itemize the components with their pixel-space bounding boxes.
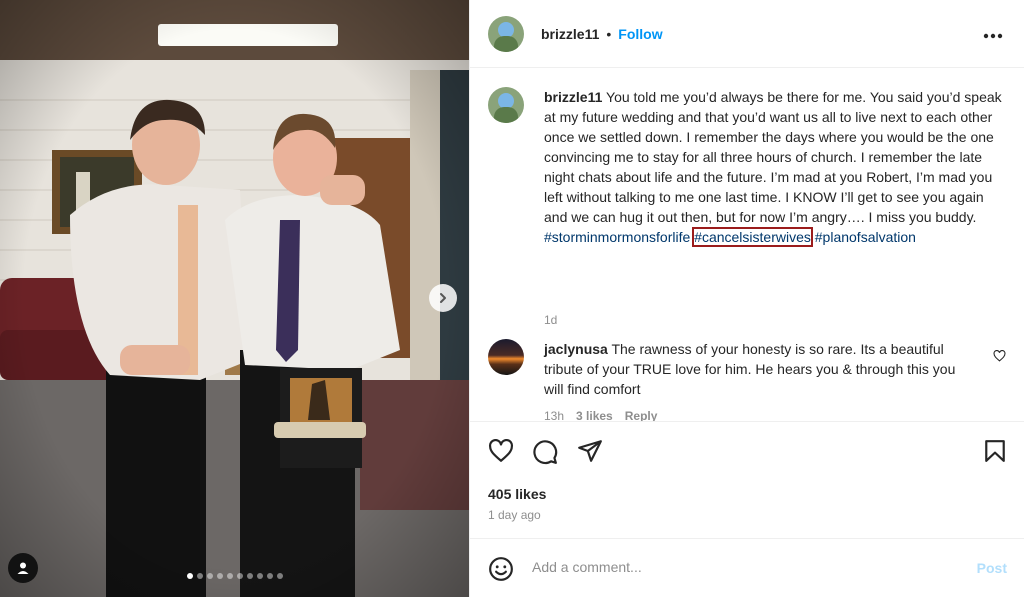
more-horizontal-icon [983,33,1003,39]
emoji-icon [489,557,513,581]
heart-icon [489,438,513,462]
commenter-username[interactable]: jaclynusa [544,341,608,357]
like-button[interactable] [488,438,514,468]
header-separator: • [606,25,612,42]
bookmark-icon [985,440,1005,462]
author-username[interactable]: brizzle11 [541,26,599,42]
carousel-dot [186,573,193,579]
caption-username[interactable]: brizzle11 [544,89,602,105]
carousel-dot [206,573,213,579]
carousel-dot [196,573,203,579]
next-photo-button[interactable] [429,284,457,312]
heart-icon [993,349,1006,362]
carousel-dot [276,573,283,579]
comment-text: jaclynusa The rawness of your honesty is… [544,339,962,399]
post-photo [0,0,469,597]
share-button[interactable] [577,439,603,468]
carousel-dot [256,573,263,579]
comment-like-button[interactable] [993,349,1006,367]
comment-button[interactable] [532,439,558,470]
send-icon [578,440,602,462]
caption-body: You told me you’d always be there for me… [544,89,1002,225]
comment-timestamp: 13h [544,409,565,421]
comments-section[interactable]: brizzle11 You told me you’d always be th… [470,69,1024,421]
post-side-panel: brizzle11 • Follow brizzle11 You told me… [469,0,1024,597]
comment-likes-link[interactable]: 3 likes [576,409,613,421]
author-avatar[interactable] [488,15,524,52]
post-image [0,0,469,597]
comment-bubble-icon [533,440,558,465]
add-comment-bar: Post [470,538,1024,597]
commenter-avatar[interactable] [488,339,524,375]
follow-button[interactable]: Follow [618,26,662,42]
carousel-dot [236,573,243,579]
comment-meta: 13h 3 likes Reply [544,409,657,421]
carousel-dot [266,573,273,579]
hashtag-storminmormonsforlife[interactable]: #storminmormonsforlife [544,229,690,245]
post-comment-button[interactable]: Post [977,560,1007,576]
more-options-button[interactable] [983,24,1003,42]
carousel-dot [246,573,253,579]
caption-timestamp: 1d [544,313,558,327]
comment-input[interactable] [532,555,952,579]
carousel-indicator [0,573,469,579]
caption-author-avatar[interactable] [488,87,524,123]
chevron-right-icon [440,293,446,303]
likes-count[interactable]: 405 likes [488,486,546,502]
carousel-dot [226,573,233,579]
hashtag-cancelsisterwives[interactable]: #cancelsisterwives [692,227,813,247]
carousel-dot [216,573,223,579]
post-header: brizzle11 • Follow [470,0,1024,68]
caption-text: brizzle11 You told me you’d always be th… [544,87,1004,247]
emoji-button[interactable] [488,556,514,587]
post-date: 1 day ago [488,508,541,522]
save-button[interactable] [984,439,1006,468]
hashtag-planofsalvation[interactable]: #planofsalvation [815,229,916,245]
comment-reply-button[interactable]: Reply [625,409,658,421]
post-actions [470,421,1024,477]
